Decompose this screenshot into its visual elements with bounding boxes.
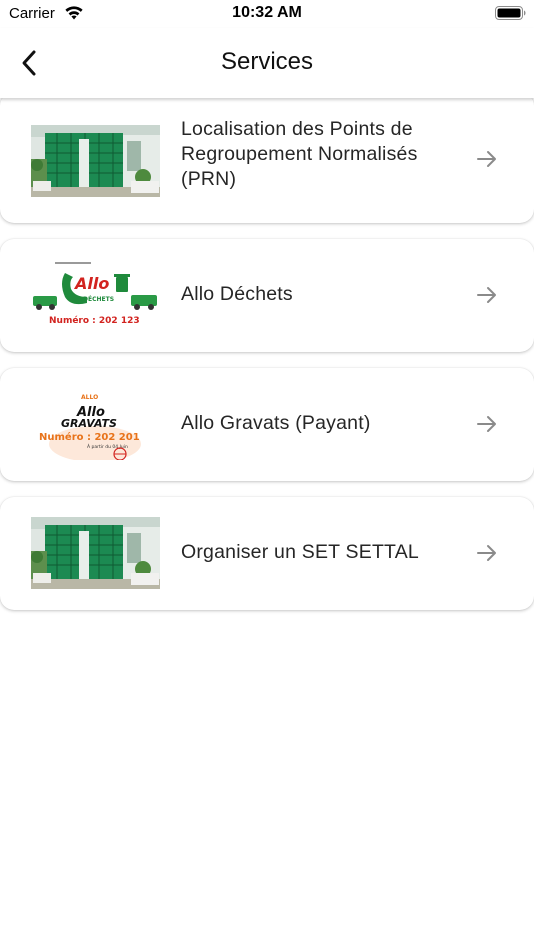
service-card-prn[interactable]: Localisation des Points de Regroupement … — [0, 92, 534, 223]
allo-gravats-sub: GRAVATS — [61, 417, 117, 430]
prn-site-image — [31, 125, 160, 197]
arrow-right-icon[interactable] — [475, 412, 499, 436]
allo-gravats-note: À partir du 04 Juin — [87, 443, 128, 450]
arrow-right-icon[interactable] — [475, 147, 499, 171]
navigation-bar: Services — [0, 28, 534, 98]
service-label: Localisation des Points de Regroupement … — [181, 118, 418, 190]
arrow-right-icon[interactable] — [475, 541, 499, 565]
allo-dechets-number: Numéro : 202 123 — [49, 315, 140, 326]
service-label: Allo Gravats (Payant) — [181, 412, 371, 434]
service-card-allo-gravats[interactable]: ALLO Allo GRAVATS Numéro : 202 201 À par… — [0, 368, 534, 481]
svg-text:ALLO: ALLO — [81, 394, 98, 401]
service-card-set-settal[interactable]: Organiser un SET SETTAL — [0, 497, 534, 610]
status-time: 10:32 AM — [232, 4, 302, 21]
allo-dechets-logo: Allo DÉCHETS Numéro : 202 123 — [31, 259, 160, 331]
allo-dechets-brand: Allo — [73, 274, 109, 293]
allo-gravats-number: Numéro : 202 201 — [39, 431, 140, 443]
allo-dechets-sub: DÉCHETS — [83, 295, 114, 303]
service-label: Allo Déchets — [181, 283, 293, 305]
service-card-allo-dechets[interactable]: Allo DÉCHETS Numéro : 202 123 Allo Déche… — [0, 239, 534, 352]
arrow-right-icon[interactable] — [475, 283, 499, 307]
battery-icon — [495, 6, 526, 20]
service-label: Organiser un SET SETTAL — [181, 541, 419, 563]
set-settal-image — [31, 517, 160, 589]
allo-gravats-logo: ALLO Allo GRAVATS Numéro : 202 201 À par… — [31, 388, 160, 460]
page-title: Services — [220, 48, 314, 75]
status-bar: Carrier 10:32 AM — [0, 0, 534, 28]
